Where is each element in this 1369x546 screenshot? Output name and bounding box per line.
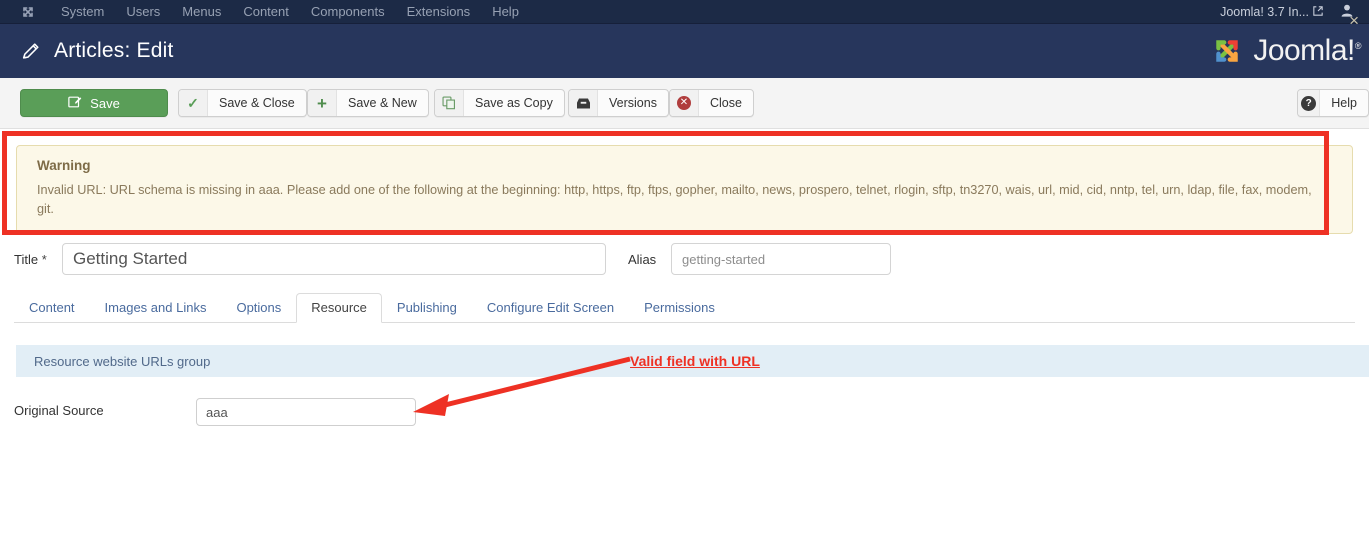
tab-images-and-links[interactable]: Images and Links — [90, 293, 222, 323]
help-label: Help — [1331, 96, 1357, 110]
page-title: Articles: Edit — [54, 39, 174, 62]
save-and-new-label: Save & New — [348, 96, 417, 110]
top-navigation-bar: System Users Menus Content Components Ex… — [0, 0, 1369, 24]
nav-item-content[interactable]: Content — [232, 0, 300, 24]
site-preview-link[interactable]: Joomla! 3.7 In... — [1220, 0, 1313, 24]
nav-item-extensions[interactable]: Extensions — [396, 0, 482, 24]
original-source-label: Original Source — [14, 403, 104, 418]
topbar-right-group: Joomla! 3.7 In... — [1220, 0, 1359, 24]
check-icon: ✓ — [179, 90, 208, 116]
edit-pencil-icon — [68, 95, 82, 112]
save-as-copy-label: Save as Copy — [475, 96, 553, 110]
tab-content[interactable]: Content — [14, 293, 90, 323]
tab-configure-edit-screen[interactable]: Configure Edit Screen — [472, 293, 629, 323]
annotation-caption: Valid field with URL — [630, 353, 760, 369]
nav-item-system[interactable]: System — [50, 0, 115, 24]
external-link-icon[interactable] — [1313, 5, 1341, 19]
nav-item-components[interactable]: Components — [300, 0, 396, 24]
joomla-admin-page: System Users Menus Content Components Ex… — [0, 0, 1369, 546]
nav-item-menus[interactable]: Menus — [171, 0, 232, 24]
save-and-new-button[interactable]: + Save & New — [307, 89, 429, 117]
copy-icon — [435, 90, 464, 116]
required-mark: * — [41, 252, 47, 267]
tab-options[interactable]: Options — [221, 293, 296, 323]
warning-alert-title: Warning — [37, 158, 91, 173]
save-as-copy-button[interactable]: Save as Copy — [434, 89, 565, 117]
question-circle-icon: ? — [1298, 90, 1321, 116]
versions-label: Versions — [609, 96, 657, 110]
save-button-label: Save — [90, 95, 120, 111]
original-source-row: Original Source — [0, 398, 1369, 426]
joomla-mark-icon — [1208, 32, 1246, 70]
joomla-wordmark: Joomla!® — [1253, 34, 1362, 67]
close-button[interactable]: ✕ Close — [669, 89, 754, 117]
title-input[interactable] — [62, 243, 606, 275]
title-alias-row: Title * Alias — [0, 243, 1369, 277]
joomla-logo-icon[interactable] — [16, 0, 40, 24]
alias-input[interactable] — [671, 243, 891, 275]
joomla-brand-logo: Joomla!® — [1208, 32, 1362, 70]
title-field-label: Title * — [14, 252, 47, 267]
registered-mark: ® — [1354, 41, 1362, 51]
tab-publishing[interactable]: Publishing — [382, 293, 472, 323]
versions-button[interactable]: Versions — [568, 89, 669, 117]
archive-icon — [569, 90, 598, 116]
pencil-icon — [18, 38, 44, 64]
plus-icon: + — [308, 90, 337, 116]
alias-field-label: Alias — [628, 252, 657, 267]
save-button[interactable]: Save — [20, 89, 168, 117]
fieldset-legend: Resource website URLs group — [34, 353, 211, 369]
save-and-close-button[interactable]: ✓ Save & Close — [178, 89, 307, 117]
nav-item-help[interactable]: Help — [481, 0, 530, 24]
close-circle-icon: ✕ — [670, 90, 699, 116]
nav-item-users[interactable]: Users — [115, 0, 171, 24]
warning-alert-close-icon[interactable]: × — [1349, 12, 1359, 29]
tab-resource[interactable]: Resource — [296, 293, 382, 323]
warning-alert: Warning Invalid URL: URL schema is missi… — [16, 145, 1353, 234]
warning-alert-message: Invalid URL: URL schema is missing in aa… — [37, 183, 1312, 216]
help-button[interactable]: ? Help — [1297, 89, 1369, 117]
page-header: Articles: Edit Joomla!® — [0, 24, 1369, 78]
original-source-input[interactable] — [196, 398, 416, 426]
edit-tabs: Content Images and Links Options Resourc… — [14, 291, 1355, 323]
save-and-close-label: Save & Close — [219, 96, 295, 110]
close-label: Close — [710, 96, 742, 110]
tab-permissions[interactable]: Permissions — [629, 293, 730, 323]
